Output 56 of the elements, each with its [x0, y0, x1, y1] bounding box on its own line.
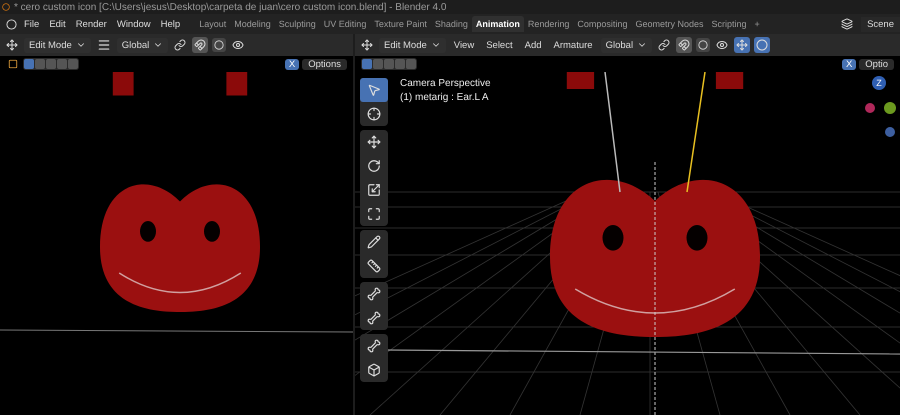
workspace-tab[interactable]: Rendering: [524, 16, 574, 32]
editor-type-icon[interactable]: [359, 37, 375, 53]
move-icon: [367, 135, 381, 149]
scene-icon[interactable]: [839, 16, 856, 32]
workspace-tab[interactable]: Animation: [472, 16, 524, 32]
scene-field[interactable]: Scene: [861, 16, 900, 32]
header-menu[interactable]: Add: [520, 40, 546, 50]
envelope-icon: [367, 311, 381, 325]
editor-type-icon[interactable]: [4, 37, 20, 53]
orientation-dropdown[interactable]: Global: [600, 38, 652, 52]
add-workspace-button[interactable]: +: [750, 16, 764, 32]
workspace-tab[interactable]: Compositing: [573, 16, 632, 32]
scale-icon: [367, 183, 381, 197]
viewport-info-text: (1) metarig : Ear.L A: [400, 92, 490, 103]
header-menu[interactable]: Armature: [550, 40, 597, 50]
select-tool[interactable]: [360, 78, 388, 102]
select-mode-icons[interactable]: [361, 58, 417, 70]
annotate-icon: [367, 235, 381, 249]
axis-toggle[interactable]: X: [842, 58, 856, 70]
mode-dropdown[interactable]: Edit Mode: [379, 38, 446, 52]
menu-item[interactable]: Help: [156, 16, 186, 32]
axis-toggle[interactable]: X: [284, 58, 300, 70]
select-icon: [367, 83, 381, 97]
workspace-tab[interactable]: Modeling: [230, 16, 275, 32]
workspace-tab[interactable]: Geometry Nodes: [631, 16, 708, 32]
link-icon[interactable]: [172, 37, 188, 53]
workspace-tab[interactable]: Shading: [430, 16, 472, 32]
extrude-icon: [367, 363, 381, 377]
window-title: * cero custom icon [C:\Users\jesus\Desktop\carpeta de juan\cero custom icon.blend] - Blender 4.0: [14, 2, 446, 12]
header-menu[interactable]: Select: [482, 40, 517, 50]
menu-item[interactable]: File: [19, 16, 44, 32]
header-menu[interactable]: View: [450, 40, 478, 50]
z-axis-label[interactable]: Z: [872, 76, 886, 90]
menu-item[interactable]: Edit: [44, 16, 71, 32]
menu-item[interactable]: Window: [112, 16, 156, 32]
workspace-tab[interactable]: Texture Paint: [370, 16, 431, 32]
magnet-icon[interactable]: [192, 37, 208, 53]
transform-icon: [367, 207, 381, 221]
options-dropdown[interactable]: Options: [302, 58, 347, 70]
workspace-tab[interactable]: UV Editing: [320, 16, 370, 32]
magnet-icon[interactable]: [676, 37, 692, 53]
bone-size-icon: [367, 287, 381, 301]
link-icon[interactable]: [656, 37, 672, 53]
gizmo-icon[interactable]: [734, 37, 750, 53]
workspace-tab[interactable]: Sculpting: [274, 16, 320, 32]
viewport-info-text: Camera Perspective: [400, 78, 491, 89]
options-dropdown[interactable]: Optio: [859, 58, 894, 70]
workspace-tab[interactable]: Scripting: [707, 16, 750, 32]
workspace-tab[interactable]: Layout: [195, 16, 230, 32]
rotate-icon: [367, 159, 381, 173]
mode-dropdown[interactable]: Edit Mode: [24, 38, 91, 52]
cursor-icon: [367, 107, 381, 121]
orientation-dropdown[interactable]: Global: [116, 38, 168, 52]
menu-item[interactable]: Render: [70, 16, 112, 32]
roll-icon: [367, 339, 381, 353]
measure-icon: [367, 259, 381, 273]
